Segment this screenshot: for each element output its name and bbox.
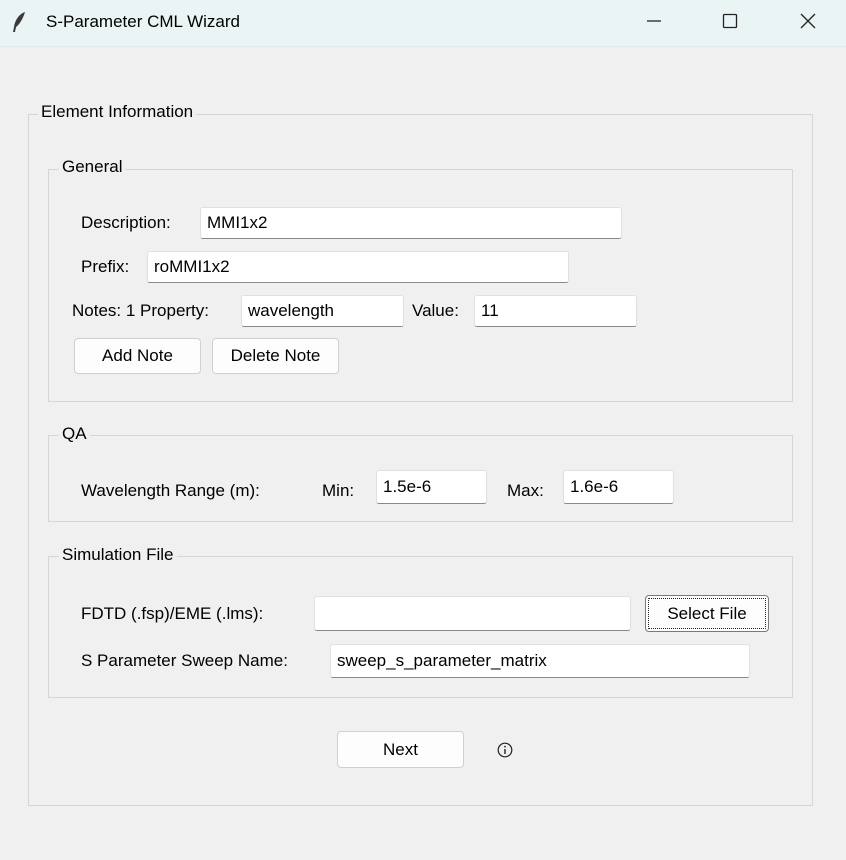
maximize-icon xyxy=(722,13,738,34)
description-input[interactable]: MMI1x2 xyxy=(200,207,622,239)
notes-property-label: Notes: 1 Property: xyxy=(72,301,210,320)
window-title: S-Parameter CML Wizard xyxy=(46,12,240,31)
element-information-legend: Element Information xyxy=(38,102,197,122)
general-legend: General xyxy=(59,157,126,177)
info-icon[interactable] xyxy=(497,742,513,763)
simulation-file-input[interactable] xyxy=(314,596,631,631)
prefix-input[interactable]: roMMI1x2 xyxy=(147,251,569,283)
min-label: Min: xyxy=(322,481,355,500)
value-input[interactable]: 11 xyxy=(474,295,637,327)
prefix-label: Prefix: xyxy=(81,257,130,276)
min-wavelength-input[interactable]: 1.5e-6 xyxy=(376,470,487,504)
add-note-button[interactable]: Add Note xyxy=(74,338,201,374)
simulation-file-legend: Simulation File xyxy=(59,545,177,565)
select-file-button[interactable]: Select File xyxy=(645,595,769,632)
qa-legend: QA xyxy=(59,424,90,444)
description-label: Description: xyxy=(81,213,171,232)
close-button[interactable] xyxy=(778,0,838,46)
feather-icon xyxy=(10,11,28,33)
sweep-name-label: S Parameter Sweep Name: xyxy=(81,651,288,670)
maximize-button[interactable] xyxy=(700,0,760,46)
property-input[interactable]: wavelength xyxy=(241,295,404,327)
sweep-name-input[interactable]: sweep_s_parameter_matrix xyxy=(330,644,750,678)
wavelength-range-label: Wavelength Range (m): xyxy=(81,481,260,500)
next-button[interactable]: Next xyxy=(337,731,464,768)
value-label: Value: xyxy=(412,301,459,320)
close-icon xyxy=(800,13,816,34)
fdtd-eme-label: FDTD (.fsp)/EME (.lms): xyxy=(81,604,264,623)
max-wavelength-input[interactable]: 1.6e-6 xyxy=(563,470,674,504)
max-label: Max: xyxy=(507,481,544,500)
minimize-button[interactable] xyxy=(624,0,684,46)
delete-note-button[interactable]: Delete Note xyxy=(212,338,339,374)
minimize-icon xyxy=(646,13,662,34)
title-bar: S-Parameter CML Wizard xyxy=(0,0,846,47)
